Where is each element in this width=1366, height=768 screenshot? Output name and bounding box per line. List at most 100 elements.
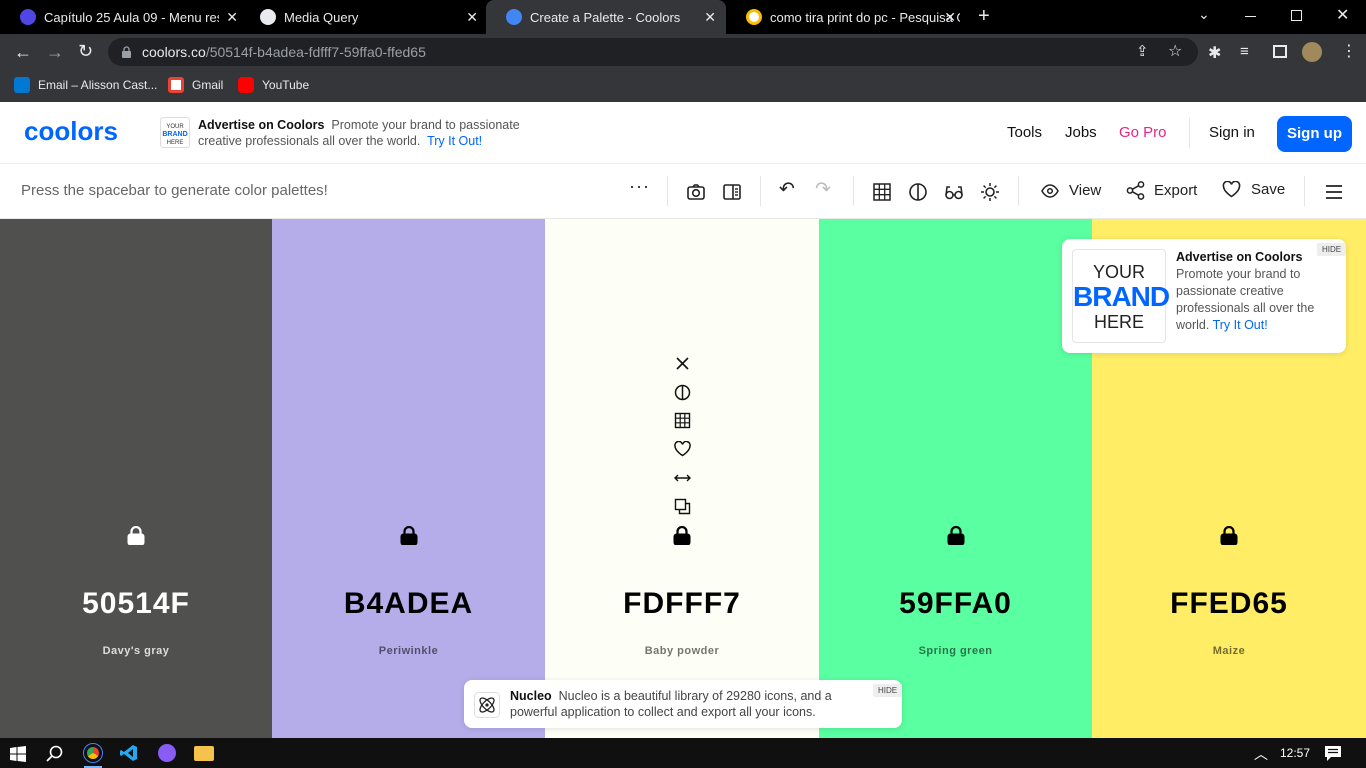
glasses-icon[interactable] [944, 182, 964, 202]
heart-icon[interactable] [674, 441, 691, 457]
palette-column-hovered[interactable]: FDFFF7 Baby powder [545, 219, 819, 738]
windows-start-icon[interactable] [10, 746, 26, 762]
lock-icon[interactable] [947, 526, 965, 545]
menu-kebab-icon[interactable]: ⋮ [1341, 41, 1357, 61]
notifications-icon[interactable] [1324, 745, 1342, 762]
remove-color-icon[interactable] [675, 356, 690, 371]
browser-tab-active[interactable]: Create a Palette - Coolors ✕ [486, 0, 726, 34]
undo-icon[interactable]: ↶ [779, 178, 795, 201]
hex-code[interactable]: 50514F [0, 587, 272, 621]
close-icon[interactable]: ✕ [944, 9, 956, 26]
brightness-icon[interactable] [980, 182, 1000, 202]
new-tab-button[interactable]: + [978, 5, 990, 28]
minimize-icon[interactable] [1245, 16, 1256, 17]
window-close-icon[interactable]: ✕ [1336, 5, 1349, 25]
more-options-icon[interactable]: ··· [629, 176, 650, 197]
tab-search-icon[interactable]: ⌄ [1198, 6, 1210, 23]
app-header: coolors YOUR BRAND HERE Advertise on Coo… [0, 102, 1366, 164]
hex-code[interactable]: B4ADEA [272, 587, 545, 621]
color-name: Maize [1212, 645, 1246, 657]
url-path: /50514f-b4adea-fdfff7-59ffa0-ffed65 [205, 44, 426, 60]
bookmark-label: YouTube [262, 78, 310, 92]
drag-arrows-icon[interactable] [674, 472, 691, 484]
bookmark-item[interactable]: Gmail [168, 77, 223, 93]
quick-view-icon[interactable] [722, 182, 742, 202]
chrome-icon[interactable] [83, 743, 103, 763]
grid-icon[interactable] [872, 182, 892, 202]
coolors-favicon-icon [506, 9, 522, 25]
palette-column[interactable]: 59FFA0 Spring green [819, 219, 1092, 738]
github-desktop-icon[interactable] [158, 744, 176, 762]
divider [1018, 176, 1019, 206]
lock-icon[interactable] [1220, 526, 1238, 545]
outlook-icon [14, 77, 30, 93]
back-arrow-icon[interactable]: ← [14, 42, 32, 63]
close-icon[interactable]: ✕ [704, 9, 716, 26]
close-icon[interactable]: ✕ [226, 9, 238, 26]
signup-button[interactable]: Sign up [1277, 116, 1352, 152]
extensions-icon[interactable]: ✱ [1208, 43, 1221, 63]
hide-ad-button[interactable]: HIDE [873, 684, 903, 697]
media-control-icon[interactable]: ≡ [1240, 43, 1249, 60]
export-button[interactable]: Export [1126, 181, 1197, 200]
badge-text: YOUR [1092, 262, 1145, 282]
bookmark-item[interactable]: YouTube [238, 77, 309, 93]
signin-link[interactable]: Sign in [1209, 124, 1255, 141]
search-icon[interactable] [46, 745, 63, 762]
save-label: Save [1251, 181, 1286, 198]
forward-arrow-icon[interactable]: → [46, 42, 64, 63]
close-icon[interactable]: ✕ [466, 9, 478, 26]
copy-icon[interactable] [674, 498, 691, 515]
divider [1189, 118, 1190, 148]
lock-icon[interactable] [127, 526, 145, 545]
redo-icon[interactable]: ↷ [815, 178, 831, 201]
shades-icon[interactable] [674, 384, 691, 401]
browser-tab[interactable]: Media Query ✕ [240, 0, 488, 34]
color-name: Spring green [918, 645, 993, 657]
side-panel-icon[interactable] [1273, 45, 1287, 58]
file-explorer-icon[interactable] [194, 746, 214, 761]
hex-code[interactable]: 59FFA0 [819, 587, 1092, 621]
palette-column[interactable]: B4ADEA Periwinkle [272, 219, 545, 738]
palette-column[interactable]: 50514F Davy's gray [0, 219, 272, 738]
badge-text: HERE [166, 140, 184, 146]
hamburger-menu-icon[interactable] [1324, 182, 1344, 202]
nav-tools[interactable]: Tools [1007, 124, 1042, 141]
reload-icon[interactable]: ↻ [78, 41, 93, 62]
hide-ad-button[interactable]: HIDE [1317, 243, 1347, 256]
vscode-icon[interactable] [120, 744, 138, 762]
clock-time[interactable]: 12:57 [1280, 746, 1310, 760]
ad-link[interactable]: Try It Out! [1213, 318, 1268, 332]
nav-gopro[interactable]: Go Pro [1119, 124, 1167, 141]
view-button[interactable]: View [1041, 182, 1101, 199]
address-bar[interactable]: coolors.co/50514f-b4adea-fdfff7-59ffa0-f… [108, 38, 1198, 66]
ad-link[interactable]: Try It Out! [427, 134, 482, 148]
avatar[interactable] [1302, 42, 1322, 62]
bottom-ad-card[interactable]: Nucleo Nucleo is a beautiful library of … [464, 680, 903, 728]
browser-tab[interactable]: Capítulo 25 Aula 09 - Menu respo ✕ [0, 0, 248, 34]
badge-text: BRAND [162, 131, 188, 138]
lock-icon[interactable] [673, 526, 691, 545]
chevron-up-icon[interactable]: ︿ [1254, 744, 1268, 764]
contrast-icon[interactable] [908, 182, 928, 202]
save-button[interactable]: Save [1222, 181, 1285, 198]
coolors-logo[interactable]: coolors [24, 116, 118, 147]
hex-code[interactable]: FFED65 [1092, 587, 1366, 621]
grid-shades-icon[interactable] [674, 412, 691, 429]
browser-tab[interactable]: como tira print do pc - Pesquisa G ✕ [726, 0, 966, 34]
nav-jobs[interactable]: Jobs [1065, 124, 1097, 141]
ad-text: Promote your brand to passionate [331, 118, 520, 132]
youtube-icon [238, 77, 254, 93]
side-ad-card[interactable]: YOUR BRAND HERE Advertise on Coolors Pro… [1062, 239, 1347, 353]
hex-code[interactable]: FDFFF7 [545, 587, 819, 621]
camera-icon[interactable] [686, 182, 706, 202]
hint-text: Press the spacebar to generate color pal… [21, 182, 328, 199]
restore-icon[interactable] [1291, 10, 1302, 21]
lock-icon [122, 45, 131, 58]
bookmark-label: Email – Alisson Cast... [38, 78, 158, 92]
lock-icon[interactable] [400, 526, 418, 545]
share-icon[interactable]: ⇪ [1136, 42, 1149, 60]
bookmark-item[interactable]: Email – Alisson Cast... [14, 77, 157, 93]
star-icon[interactable]: ☆ [1168, 41, 1182, 61]
tab-title: Capítulo 25 Aula 09 - Menu respo [44, 9, 219, 25]
